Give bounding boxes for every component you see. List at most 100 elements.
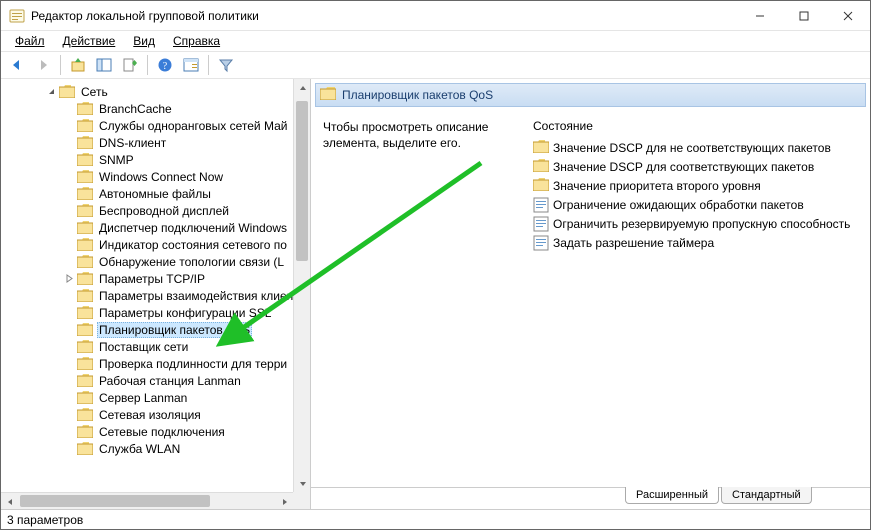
tab-extended[interactable]: Расширенный (625, 487, 719, 504)
scroll-right-icon[interactable] (276, 493, 293, 509)
expander-placeholder (63, 154, 75, 166)
expander-placeholder (63, 375, 75, 387)
list-item[interactable]: Значение приоритета второго уровня (533, 177, 862, 194)
folder-icon (77, 391, 93, 404)
details-pane: Планировщик пакетов QoS Чтобы просмотрет… (311, 79, 870, 509)
tree-node[interactable]: Диспетчер подключений Windows (1, 219, 310, 236)
folder-icon (77, 102, 93, 115)
menubar: Файл Действие Вид Справка (1, 31, 870, 51)
tree-label: Беспроводной дисплей (97, 204, 231, 218)
tree-node-root[interactable]: Сеть (1, 83, 310, 100)
tree-pane: СетьBranchCache Службы одноранговых сетей… (1, 79, 311, 509)
tree-label: Сетевые подключения (97, 425, 227, 439)
tree-node[interactable]: Служба WLAN (1, 440, 310, 457)
folder-icon (77, 238, 93, 251)
filter-button[interactable] (214, 53, 238, 77)
list-item[interactable]: Значение DSCP для не соответствующих пак… (533, 139, 862, 156)
tree-label: Параметры взаимодействия клиен (97, 289, 295, 303)
back-button[interactable] (5, 53, 29, 77)
tree-label: Рабочая станция Lanman (97, 374, 243, 388)
folder-icon (77, 221, 93, 234)
setting-icon (533, 216, 549, 232)
tree-node[interactable]: Параметры TCP/IP (1, 270, 310, 287)
tree-node[interactable]: Автономные файлы (1, 185, 310, 202)
expander-placeholder (63, 188, 75, 200)
tree-horizontal-scrollbar[interactable] (1, 492, 293, 509)
scroll-left-icon[interactable] (1, 493, 18, 509)
expander-placeholder (63, 120, 75, 132)
tree-label: Параметры TCP/IP (97, 272, 207, 286)
tree-node[interactable]: DNS-клиент (1, 134, 310, 151)
scroll-down-icon[interactable] (294, 475, 310, 492)
tree-node[interactable]: Параметры конфигурации SSL (1, 304, 310, 321)
tree-node[interactable]: Поставщик сети (1, 338, 310, 355)
tree-node[interactable]: Службы одноранговых сетей Май (1, 117, 310, 134)
tree-label: Поставщик сети (97, 340, 190, 354)
properties-button[interactable] (179, 53, 203, 77)
tree-label: Сеть (79, 85, 110, 99)
tree-label: Проверка подлинности для терри (97, 357, 289, 371)
folder-icon (77, 442, 93, 455)
folder-icon (320, 87, 336, 103)
list-item[interactable]: Значение DSCP для соответствующих пакето… (533, 158, 862, 175)
toolbar: ? (1, 51, 870, 79)
list-item[interactable]: Ограничить резервируемую пропускную спос… (533, 215, 862, 232)
folder-icon (77, 119, 93, 132)
tree-node[interactable]: BranchCache (1, 100, 310, 117)
svg-text:?: ? (163, 61, 168, 72)
folder-icon (77, 170, 93, 183)
tree-label: Служба WLAN (97, 442, 182, 456)
tree-node[interactable]: Windows Connect Now (1, 168, 310, 185)
tree-node[interactable]: Сетевая изоляция (1, 406, 310, 423)
minimize-button[interactable] (738, 1, 782, 30)
list-item-label: Значение DSCP для не соответствующих пак… (553, 141, 831, 155)
tree-label: Планировщик пакетов QoS (97, 322, 252, 338)
expander-placeholder (63, 358, 75, 370)
folder-icon (77, 340, 93, 353)
help-button[interactable]: ? (153, 53, 177, 77)
details-tabs: Расширенный Стандартный (311, 487, 870, 509)
tree-node[interactable]: Обнаружение топологии связи (L (1, 253, 310, 270)
up-button[interactable] (66, 53, 90, 77)
folder-icon (77, 323, 93, 336)
details-header: Планировщик пакетов QoS (315, 83, 866, 107)
maximize-button[interactable] (782, 1, 826, 30)
expander-icon[interactable] (63, 273, 75, 285)
tree-node[interactable]: Сетевые подключения (1, 423, 310, 440)
menu-file[interactable]: Файл (7, 33, 53, 49)
tree-node[interactable]: Проверка подлинности для терри (1, 355, 310, 372)
tree-node[interactable]: Беспроводной дисплей (1, 202, 310, 219)
export-button[interactable] (118, 53, 142, 77)
expander-placeholder (63, 392, 75, 404)
tree-node[interactable]: Индикатор состояния сетевого по (1, 236, 310, 253)
tree-node[interactable]: SNMP (1, 151, 310, 168)
folder-icon (533, 159, 549, 175)
expander-placeholder (63, 426, 75, 438)
menu-action[interactable]: Действие (55, 33, 124, 49)
state-column: Состояние Значение DSCP для не соответст… (533, 119, 862, 483)
folder-icon (77, 306, 93, 319)
setting-icon (533, 197, 549, 213)
tree-vertical-scrollbar[interactable] (293, 79, 310, 492)
tree-label: Службы одноранговых сетей Май (97, 119, 289, 133)
expander-icon[interactable] (45, 86, 57, 98)
tree-node[interactable]: Рабочая станция Lanman (1, 372, 310, 389)
policy-tree[interactable]: СетьBranchCache Службы одноранговых сетей… (1, 79, 310, 461)
tree-node[interactable]: Параметры взаимодействия клиен (1, 287, 310, 304)
list-item[interactable]: Задать разрешение таймера (533, 234, 862, 251)
main-split: СетьBranchCache Службы одноранговых сетей… (1, 79, 870, 509)
tree-node[interactable]: Планировщик пакетов QoS (1, 321, 310, 338)
show-hide-tree-button[interactable] (92, 53, 116, 77)
folder-icon (77, 272, 93, 285)
tab-standard[interactable]: Стандартный (721, 487, 812, 504)
tree-node[interactable]: Сервер Lanman (1, 389, 310, 406)
list-item-label: Ограничение ожидающих обработки пакетов (553, 198, 804, 212)
scroll-up-icon[interactable] (294, 79, 310, 96)
list-item-label: Значение приоритета второго уровня (553, 179, 761, 193)
close-button[interactable] (826, 1, 870, 30)
statusbar-text: 3 параметров (7, 513, 83, 527)
forward-button[interactable] (31, 53, 55, 77)
menu-help[interactable]: Справка (165, 33, 228, 49)
list-item[interactable]: Ограничение ожидающих обработки пакетов (533, 196, 862, 213)
menu-view[interactable]: Вид (125, 33, 163, 49)
